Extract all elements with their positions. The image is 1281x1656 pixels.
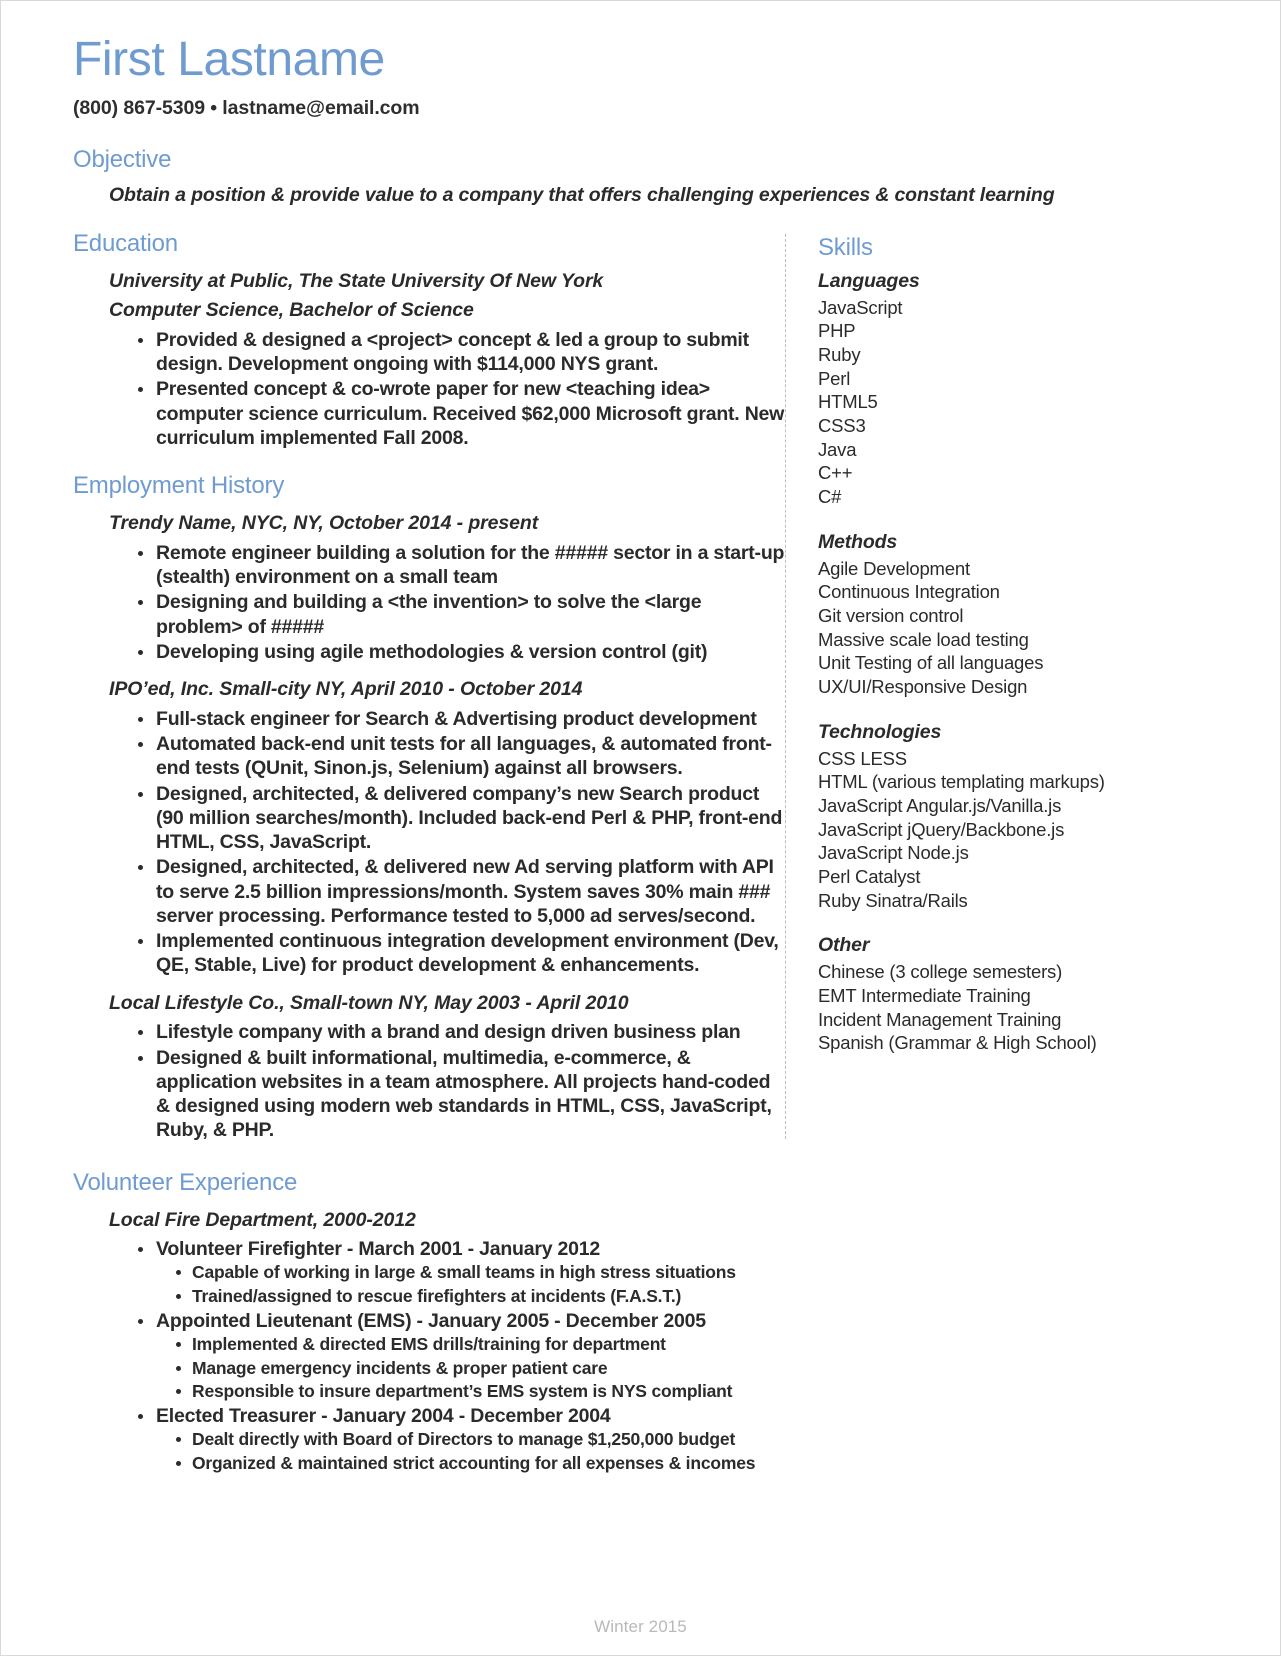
- job-entry: Trendy Name, NYC, NY, October 2014 - pre…: [109, 509, 785, 664]
- list-item: Elected Treasurer - January 2004 - Decem…: [135, 1404, 1220, 1475]
- skill-item: Perl Catalyst: [818, 866, 921, 887]
- job-entry: Local Lifestyle Co., Small-town NY, May …: [109, 989, 785, 1143]
- education-heading: Education: [73, 229, 178, 257]
- skill-item: CSS LESS: [818, 747, 907, 769]
- candidate-name: First Lastname: [73, 33, 385, 86]
- skill-item: C#: [818, 485, 842, 507]
- list-item: Developing using agile methodologies & v…: [135, 640, 785, 664]
- volunteer-org: Local Fire Department, 2000-2012: [109, 1208, 416, 1231]
- employment-heading: Employment History: [73, 472, 285, 500]
- job-entry: IPO’ed, Inc. Small-city NY, April 2010 -…: [109, 675, 785, 978]
- role-bullets: Implemented & directed EMS drills/traini…: [156, 1333, 1220, 1403]
- role-title: Appointed Lieutenant (EMS) - January 200…: [156, 1310, 706, 1333]
- skills-column: Skills Languages JavaScript PHP Ruby Per…: [785, 233, 1220, 1139]
- resume-page: First Lastname (800) 867-5309 • lastname…: [0, 0, 1281, 1656]
- list-item: Automated back-end unit tests for all la…: [135, 732, 785, 781]
- list-item: Appointed Lieutenant (EMS) - January 200…: [135, 1309, 1220, 1403]
- skill-item: Spanish (Grammar & High School): [818, 1032, 1097, 1054]
- education-section: Education University at Public, The Stat…: [73, 230, 785, 451]
- job-bullets: Lifestyle company with a brand and desig…: [109, 1020, 785, 1142]
- page-footer: Winter 2015: [594, 1617, 687, 1636]
- list-item: Implemented & directed EMS drills/traini…: [174, 1333, 1220, 1356]
- list-item: Designed, architected, & delivered new A…: [135, 855, 785, 928]
- volunteer-section: Volunteer Experience Local Fire Departme…: [73, 1169, 1220, 1475]
- list-item: Organized & maintained strict accounting…: [174, 1452, 1220, 1475]
- volunteer-body: Local Fire Department, 2000-2012 Volunte…: [73, 1206, 1220, 1475]
- resume-content: First Lastname (800) 867-5309 • lastname…: [73, 33, 1220, 1655]
- list-item: Provided & designed a <project> concept …: [135, 328, 785, 377]
- list-item: Manage emergency incidents & proper pati…: [174, 1357, 1220, 1380]
- skill-item: Chinese (3 college semesters): [818, 961, 1063, 983]
- list-item: Designed & built informational, multimed…: [135, 1046, 785, 1143]
- skill-item: HTML5: [818, 391, 878, 413]
- skill-item: JavaScript: [818, 296, 903, 318]
- list-item: Volunteer Firefighter - March 2001 - Jan…: [135, 1237, 1220, 1308]
- education-school: University at Public, The State Universi…: [109, 269, 604, 292]
- list-item: Dealt directly with Board of Directors t…: [174, 1428, 1220, 1451]
- skill-group-languages: Languages JavaScript PHP Ruby Perl HTML5…: [818, 270, 1220, 509]
- contact-line: (800) 867-5309 • lastname@email.com: [73, 97, 420, 120]
- skill-item: UX/UI/Responsive Design: [818, 675, 1028, 697]
- list-item: Full-stack engineer for Search & Adverti…: [135, 707, 785, 731]
- employment-section: Employment History Trendy Name, NYC, NY,…: [73, 472, 785, 1142]
- skill-item: JavaScript jQuery/Backbone.js: [818, 818, 1065, 840]
- role-bullets: Dealt directly with Board of Directors t…: [156, 1428, 1220, 1475]
- skill-group-title: Languages: [818, 269, 920, 292]
- skill-group-title: Technologies: [818, 720, 942, 743]
- list-item: Lifestyle company with a brand and desig…: [135, 1020, 785, 1044]
- skill-item: Unit Testing of all languages: [818, 652, 1044, 674]
- skill-item: Java: [818, 438, 857, 460]
- job-title: Local Lifestyle Co., Small-town NY, May …: [109, 991, 629, 1014]
- list-item: Designed, architected, & delivered compa…: [135, 782, 785, 855]
- list-item: Designing and building a <the invention>…: [135, 590, 785, 639]
- list-item: Trained/assigned to rescue firefighters …: [174, 1285, 1220, 1308]
- skill-item: Perl: [818, 367, 851, 389]
- list-item: Capable of working in large & small team…: [174, 1261, 1220, 1284]
- main-columns: Education University at Public, The Stat…: [73, 230, 1220, 1165]
- objective-heading: Objective: [73, 146, 172, 174]
- job-bullets: Remote engineer building a solution for …: [109, 541, 785, 664]
- skill-group-methods: Methods Agile Development Continuous Int…: [818, 531, 1220, 699]
- skill-item: Continuous Integration: [818, 581, 1000, 603]
- education-degree: Computer Science, Bachelor of Science: [109, 299, 474, 322]
- education-body: University at Public, The State Universi…: [73, 267, 785, 451]
- skill-item: Ruby Sinatra/Rails: [818, 889, 968, 911]
- employment-body: Trendy Name, NYC, NY, October 2014 - pre…: [73, 509, 785, 1142]
- role-title: Volunteer Firefighter - March 2001 - Jan…: [156, 1238, 601, 1261]
- skill-item: HTML (various templating markups): [818, 771, 1105, 793]
- skill-item: JavaScript Node.js: [818, 842, 969, 864]
- skill-item: JavaScript Angular.js/Vanilla.js: [818, 794, 1062, 816]
- skill-group-title: Other: [818, 934, 870, 957]
- education-bullets: Provided & designed a <project> concept …: [109, 328, 785, 450]
- skill-item: Agile Development: [818, 557, 970, 579]
- skills-heading: Skills: [818, 233, 873, 261]
- job-title: IPO’ed, Inc. Small-city NY, April 2010 -…: [109, 678, 583, 701]
- job-bullets: Full-stack engineer for Search & Adverti…: [109, 707, 785, 978]
- skill-item: CSS3: [818, 414, 866, 436]
- resume-header: First Lastname (800) 867-5309 • lastname…: [73, 33, 1220, 120]
- skill-item: Ruby: [818, 343, 861, 365]
- left-column: Education University at Public, The Stat…: [73, 230, 785, 1165]
- job-title: Trendy Name, NYC, NY, October 2014 - pre…: [109, 512, 539, 535]
- role-title: Elected Treasurer - January 2004 - Decem…: [156, 1405, 611, 1428]
- skill-group-other: Other Chinese (3 college semesters) EMT …: [818, 934, 1220, 1055]
- list-item: Responsible to insure department’s EMS s…: [174, 1380, 1220, 1403]
- skill-group-title: Methods: [818, 530, 898, 553]
- list-item: Remote engineer building a solution for …: [135, 541, 785, 590]
- skill-item: Massive scale load testing: [818, 628, 1029, 650]
- skill-item: C++: [818, 462, 853, 484]
- list-item: Presented concept & co-wrote paper for n…: [135, 377, 785, 450]
- role-bullets: Capable of working in large & small team…: [156, 1261, 1220, 1308]
- list-item: Implemented continuous integration devel…: [135, 929, 785, 978]
- volunteer-heading: Volunteer Experience: [73, 1168, 298, 1196]
- skill-item: Incident Management Training: [818, 1008, 1062, 1030]
- skill-item: PHP: [818, 320, 856, 342]
- objective-text: Obtain a position & provide value to a c…: [109, 184, 1055, 207]
- skill-item: EMT Intermediate Training: [818, 985, 1031, 1007]
- objective-section: Objective Obtain a position & provide va…: [73, 146, 1220, 207]
- skill-group-technologies: Technologies CSS LESS HTML (various temp…: [818, 721, 1220, 913]
- skill-item: Git version control: [818, 604, 964, 626]
- volunteer-roles: Volunteer Firefighter - March 2001 - Jan…: [109, 1237, 1220, 1475]
- objective-body: Obtain a position & provide value to a c…: [73, 183, 1220, 207]
